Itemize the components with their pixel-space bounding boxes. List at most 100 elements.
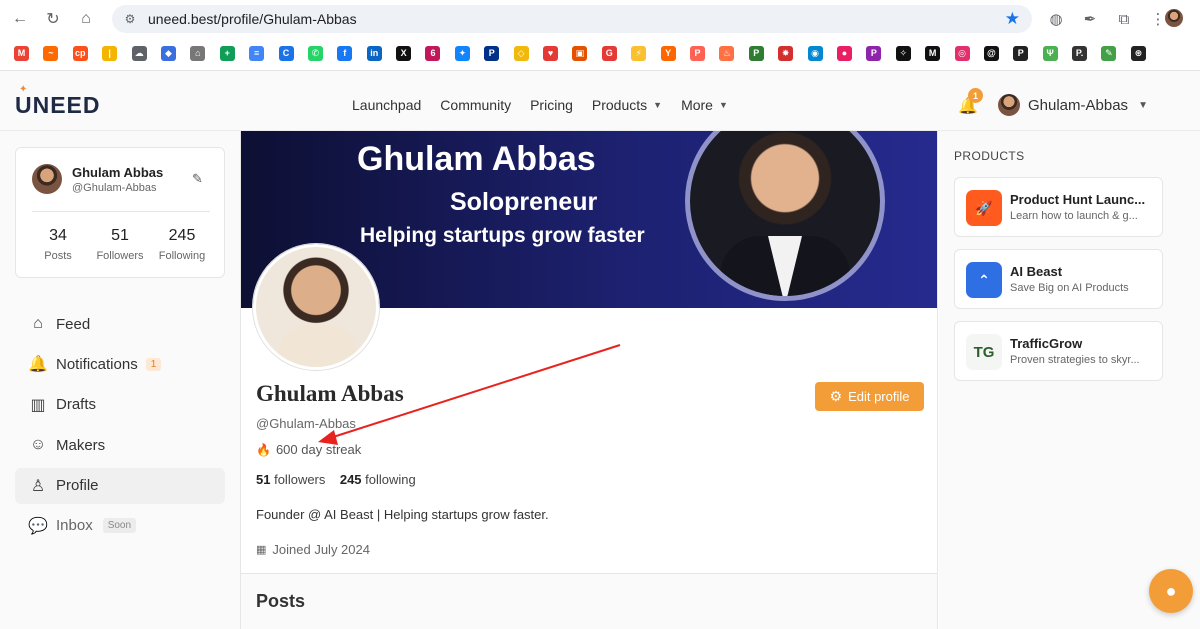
stat-following[interactable]: 245 Following <box>152 227 212 262</box>
threads-icon[interactable]: @ <box>983 45 999 61</box>
medium-icon[interactable]: M <box>925 45 941 61</box>
sidebar-navigation: ⌂ Feed 🔔 Notifications 1 ▥ Drafts ☺ Makers ♙ Profi… <box>15 306 225 548</box>
chat-support-button[interactable]: ● <box>1149 569 1193 613</box>
product-logo: 🚀 <box>966 190 1002 226</box>
logo-spark-icon: ✦ <box>19 84 29 95</box>
posts-section: Posts <box>241 574 937 629</box>
back-icon[interactable]: ← <box>7 6 33 32</box>
page-icon[interactable]: P <box>1013 45 1029 61</box>
sidebar-item-feed[interactable]: ⌂ Feed <box>15 306 225 342</box>
reload-icon[interactable]: ↻ <box>40 6 66 32</box>
user-icon: ♙ <box>30 477 46 495</box>
product-description: Learn how to launch & g... <box>1010 210 1138 222</box>
fire-icon[interactable]: ♨ <box>719 45 735 61</box>
sidebar-item-notifications[interactable]: 🔔 Notifications 1 <box>15 346 225 382</box>
home-icon[interactable]: ⌂ <box>73 6 99 32</box>
notifications-bell-icon[interactable]: 🔔 1 <box>958 88 983 116</box>
yc-icon[interactable]: Y <box>660 45 676 61</box>
user-menu[interactable]: Ghulam-Abbas ▼ <box>998 94 1148 116</box>
g-icon[interactable]: G <box>601 45 617 61</box>
address-bar[interactable]: ⚙ uneed.best/profile/Ghulam-Abbas ★ <box>112 5 1032 33</box>
663-icon[interactable]: 6 <box>425 45 441 61</box>
feather-extension-icon[interactable]: ✒ <box>1080 9 1100 29</box>
sidebar-item-label: Notifications <box>56 355 138 373</box>
left-sidebar: Ghulam Abbas @Ghulam-Abbas ✎ 34 Posts 51… <box>0 131 240 629</box>
github-icon[interactable]: ⊛ <box>1130 45 1146 61</box>
p-black-icon[interactable]: P. <box>1072 45 1088 61</box>
translate-icon[interactable]: ◍ <box>1046 9 1066 29</box>
followers-link[interactable]: 51 followers <box>256 472 325 487</box>
edit-profile-button[interactable]: ⚙ Edit profile <box>815 382 924 411</box>
instagram-icon[interactable]: ◎ <box>954 45 970 61</box>
compass-icon[interactable]: ✧ <box>895 45 911 61</box>
sidebar-item-label: Feed <box>56 315 91 333</box>
streak: 🔥 600 day streak <box>256 442 362 457</box>
avatar[interactable] <box>32 164 62 194</box>
bookmark-star-icon[interactable]: ★ <box>1005 9 1020 29</box>
product-title: Product Hunt Launc... <box>1010 192 1146 207</box>
following-link[interactable]: 245 following <box>340 472 416 487</box>
product-card[interactable]: TG TrafficGrow Proven strategies to skyr..… <box>954 321 1163 381</box>
nav-products[interactable]: Products ▼ <box>592 97 662 113</box>
gmail-icon[interactable]: M <box>14 45 29 61</box>
flame-icon: 🔥 <box>256 442 271 457</box>
linkedin-icon[interactable]: in <box>366 45 382 61</box>
globe-icon[interactable]: ◉ <box>807 45 823 61</box>
robot-icon[interactable]: ⌂ <box>190 45 206 61</box>
sidebar-item-inbox[interactable]: 💬 Inbox Soon <box>15 508 225 544</box>
cp-icon[interactable]: cp <box>72 45 88 61</box>
sheets-icon[interactable]: + <box>219 45 235 61</box>
facebook-icon[interactable]: f <box>337 45 353 61</box>
bolt-icon[interactable]: ⚡ <box>631 45 647 61</box>
cloud-icon[interactable]: ☁ <box>131 45 147 61</box>
stat-posts[interactable]: 34 Posts <box>28 227 88 262</box>
right-sidebar: PRODUCTS 🚀 Product Hunt Launc... Learn how… <box>939 131 1200 629</box>
diamond-icon[interactable]: ◆ <box>160 45 176 61</box>
product-card[interactable]: ⌃ AI Beast Save Big on AI Products <box>954 249 1163 309</box>
banner-name: Ghulam Abbas <box>357 140 596 178</box>
producthunt-icon[interactable]: P <box>689 45 705 61</box>
notification-count-badge: 1 <box>145 357 162 371</box>
pencil-icon[interactable]: ✎ <box>192 171 203 187</box>
users-icon: ☺ <box>29 436 47 454</box>
sidebar-item-profile[interactable]: ♙ Profile <box>15 467 225 504</box>
nav-pricing[interactable]: Pricing <box>530 97 573 113</box>
heart-icon[interactable]: ♥ <box>543 45 559 61</box>
top-navigation: Launchpad Community Pricing Products ▼ More ▼ <box>352 97 747 113</box>
username: Ghulam-Abbas <box>1028 96 1129 114</box>
nav-more[interactable]: More ▼ <box>681 97 728 113</box>
site-info-icon[interactable]: ⚙ <box>122 11 138 27</box>
leaf-icon[interactable]: ✎ <box>1101 45 1117 61</box>
sidebar-item-makers[interactable]: ☺ Makers <box>15 427 225 463</box>
chat-icon: 💬 <box>28 517 48 535</box>
browser-profile-avatar[interactable] <box>1165 9 1183 27</box>
docs-icon[interactable]: ≡ <box>249 45 265 61</box>
sprout-icon[interactable]: Ψ <box>1042 45 1058 61</box>
x-icon[interactable]: X <box>396 45 412 61</box>
box-icon[interactable]: ▣ <box>572 45 588 61</box>
bluesky-icon[interactable]: ✦ <box>454 45 470 61</box>
whatsapp-icon[interactable]: ✆ <box>307 45 323 61</box>
sparkle-icon[interactable]: ✸ <box>778 45 794 61</box>
bars-icon[interactable]: | <box>102 45 118 61</box>
product-card[interactable]: 🚀 Product Hunt Launc... Learn how to launc… <box>954 177 1163 237</box>
follow-counts: 51 followers 245 following <box>256 472 416 487</box>
p-green-icon[interactable]: P <box>748 45 764 61</box>
analytics-icon[interactable]: ~ <box>43 45 59 61</box>
uneed-logo[interactable]: ✦ UNEED <box>15 84 101 119</box>
profile-avatar[interactable] <box>253 244 379 370</box>
home-icon: ⌂ <box>33 315 43 332</box>
chevron-down-icon: ▼ <box>1138 99 1148 111</box>
paypal-icon[interactable]: P <box>484 45 500 61</box>
sidebar-item-drafts[interactable]: ▥ Drafts <box>15 387 225 423</box>
extensions-icon[interactable]: ⧉ <box>1114 9 1134 29</box>
sidebar-item-label: Profile <box>56 477 99 495</box>
c-icon[interactable]: C <box>278 45 294 61</box>
stat-followers[interactable]: 51 Followers <box>90 227 150 262</box>
nav-community[interactable]: Community <box>440 97 511 113</box>
banner-portrait <box>685 131 885 301</box>
patreon-icon[interactable]: P <box>866 45 882 61</box>
binance-icon[interactable]: ◇ <box>513 45 529 61</box>
nav-launchpad[interactable]: Launchpad <box>352 97 421 113</box>
circle-icon[interactable]: ● <box>836 45 852 61</box>
